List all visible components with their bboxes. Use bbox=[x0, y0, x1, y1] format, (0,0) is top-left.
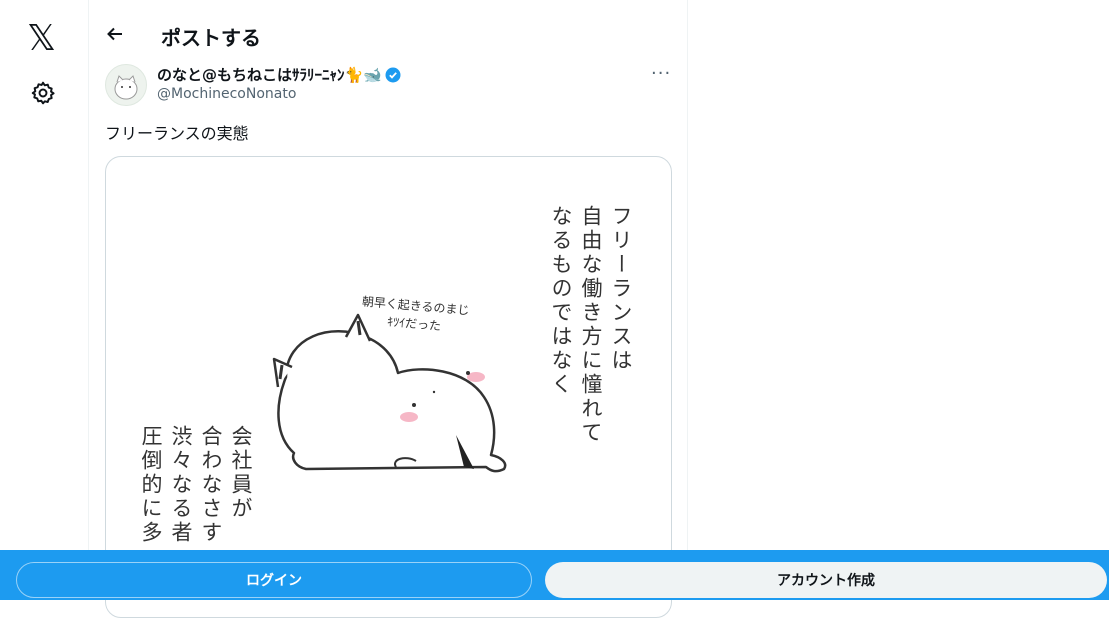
author-name[interactable]: のなと@もちねこはｻﾗﾘｰﾆｬﾝ🐈🐋 bbox=[157, 64, 401, 85]
main-column: ポストする のなと@もちねこはｻﾗﾘｰﾆｬﾝ🐈🐋 @MochinecoNonat… bbox=[89, 0, 688, 618]
cat-illustration bbox=[272, 313, 507, 473]
image-text-left-line: 合わなさす bbox=[199, 425, 223, 545]
verified-badge-icon bbox=[385, 67, 401, 83]
left-nav: 𝕏 bbox=[0, 0, 89, 600]
author-name-text: のなと@もちねこはｻﾗﾘｰﾆｬﾝ🐈🐋 bbox=[157, 66, 382, 84]
image-text-right-line: フリーランスは bbox=[609, 205, 633, 373]
author-avatar[interactable] bbox=[105, 64, 147, 106]
image-text-left-line: 会社員が bbox=[229, 425, 253, 521]
image-text-left-line: 圧倒的に多 bbox=[139, 425, 163, 545]
page-title: ポストする bbox=[161, 26, 261, 50]
post-text: フリーランスの実態 bbox=[105, 124, 249, 143]
bottom-signup-bar: ログイン アカウント作成 bbox=[0, 550, 1109, 600]
signup-button[interactable]: アカウント作成 bbox=[545, 562, 1107, 598]
image-text-right: フリーランスは 自由な働き方に憧れて なるものではなく bbox=[546, 205, 636, 465]
login-button[interactable]: ログイン bbox=[16, 562, 532, 598]
image-text-right-line: なるものではなく bbox=[549, 205, 573, 397]
more-options-icon[interactable]: ··· bbox=[651, 63, 671, 84]
author-handle[interactable]: @MochinecoNonato bbox=[157, 86, 296, 102]
x-logo-icon[interactable]: 𝕏 bbox=[27, 21, 61, 57]
post-image[interactable]: フリーランスは 自由な働き方に憧れて なるものではなく 朝早く起きるのまじ ｷﾂ… bbox=[105, 156, 672, 618]
back-arrow-icon[interactable] bbox=[105, 24, 127, 46]
settings-gear-icon[interactable] bbox=[30, 80, 58, 108]
page-header: ポストする bbox=[89, 0, 687, 60]
image-text-left-line: 渋々なる者 bbox=[169, 425, 193, 545]
image-text-right-line: 自由な働き方に憧れて bbox=[579, 205, 603, 445]
